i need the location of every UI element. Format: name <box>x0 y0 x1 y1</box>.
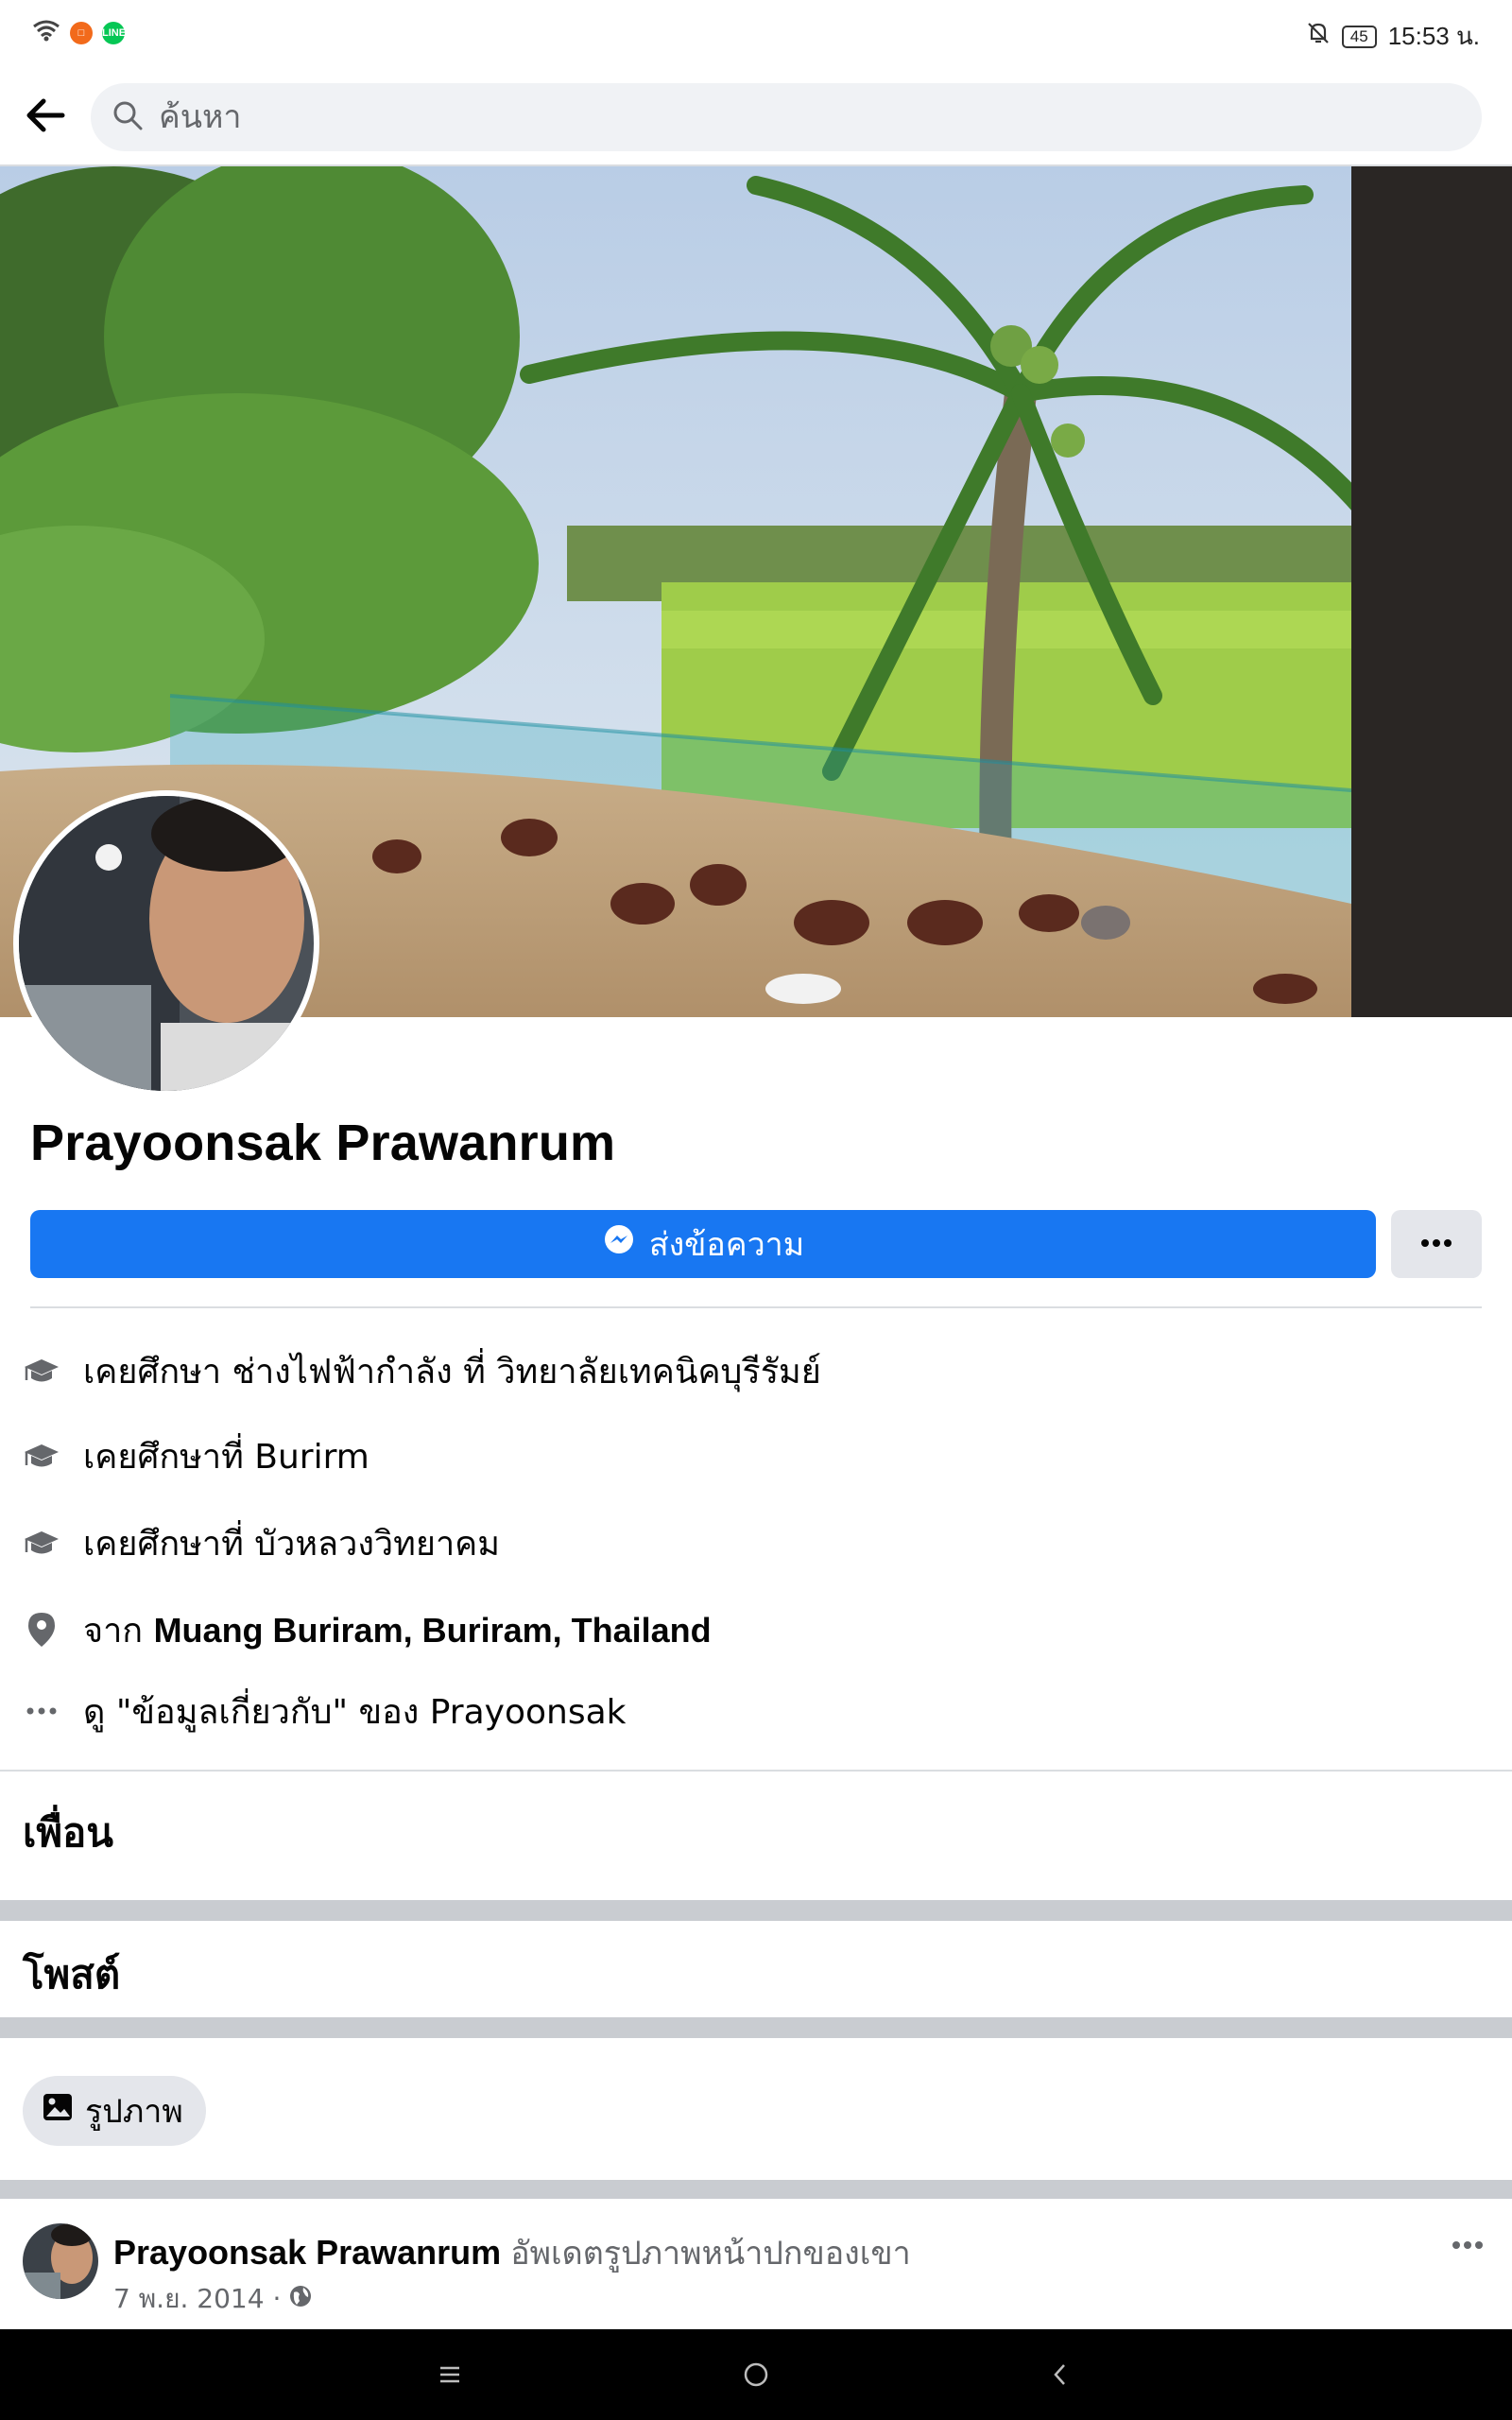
line-app-icon: LINE <box>102 21 126 44</box>
divider <box>0 1770 1512 1772</box>
post-date[interactable]: 7 พ.ย. 2014 · <box>113 2278 281 2320</box>
profile-name: Prayoonsak Prawanrum <box>30 1115 616 1171</box>
messenger-icon <box>602 1223 636 1266</box>
post-action: อัพเดตรูปภาพหน้าปกของเขา <box>510 2235 911 2273</box>
search-input[interactable] <box>159 98 1387 136</box>
post-options-button[interactable] <box>1442 2227 1493 2265</box>
home-circle-icon <box>742 2360 770 2394</box>
graduation-cap-icon <box>21 1522 62 1564</box>
search-icon <box>112 99 144 136</box>
search-bar[interactable] <box>91 83 1482 151</box>
system-back-button[interactable] <box>1034 2350 1087 2403</box>
home-button[interactable] <box>730 2350 782 2403</box>
more-options-button[interactable] <box>1391 1210 1482 1278</box>
info-education-2: เคยศึกษาที่ Burirm <box>0 1418 1512 1494</box>
send-message-label: ส่งข้อความ <box>648 1226 805 1264</box>
graduation-cap-icon <box>21 1350 62 1392</box>
recent-apps-button[interactable] <box>423 2350 476 2403</box>
profile-avatar[interactable] <box>13 790 319 1097</box>
globe-icon <box>288 2284 313 2315</box>
post-meta: 7 พ.ย. 2014 · <box>113 2278 313 2320</box>
info-text: จาก Muang Buriram, Buriram, Thailand <box>83 1610 712 1651</box>
back-button[interactable] <box>19 91 72 144</box>
status-bar: □ LINE 45 15:53 น. <box>0 0 1512 68</box>
graduation-cap-icon <box>21 1435 62 1477</box>
photos-filter-chip[interactable]: รูปภาพ <box>23 2076 206 2146</box>
info-about-link[interactable]: ดู "ข้อมูลเกี่ยวกับ" ของ Prayoonsak <box>0 1673 1512 1749</box>
about-link-text[interactable]: ดู "ข้อมูลเกี่ยวกับ" ของ Prayoonsak <box>83 1685 627 1738</box>
post-card: Prayoonsak Prawanrum อัพเดตรูปภาพหน้าปกข… <box>0 2199 1512 2329</box>
divider <box>30 1306 1482 1308</box>
menu-icon <box>437 2363 463 2391</box>
more-dots-icon <box>21 1690 62 1732</box>
back-arrow-icon <box>25 96 66 139</box>
post-author-name[interactable]: Prayoonsak Prawanrum <box>113 2233 501 2272</box>
back-chevron-icon <box>1049 2360 1072 2394</box>
section-separator <box>0 2180 1512 2201</box>
system-navigation-bar <box>0 2329 1512 2420</box>
section-separator <box>0 1900 1512 1921</box>
wifi-icon <box>32 19 60 46</box>
posts-section-title: โพสต์ <box>23 1951 121 1997</box>
info-text: เคยศึกษาที่ บัวหลวงวิทยาคม <box>83 1524 500 1564</box>
friends-section-title: เพื่อน <box>23 1809 113 1856</box>
post-author-avatar[interactable] <box>23 2223 98 2299</box>
info-text: เคยศึกษา ช่างไฟฟ้ากำลัง ที่ วิทยาลัยเทคน… <box>83 1352 821 1392</box>
battery-indicator: 45 <box>1341 25 1377 48</box>
top-header <box>0 68 1512 166</box>
section-separator <box>0 2017 1512 2038</box>
hometown-link[interactable]: Muang Buriram, Buriram, Thailand <box>154 1611 712 1650</box>
clock: 15:53 น. <box>1387 22 1480 50</box>
post-header-text: Prayoonsak Prawanrum อัพเดตรูปภาพหน้าปกข… <box>113 2227 911 2278</box>
photos-icon <box>42 2092 74 2131</box>
info-hometown: จาก Muang Buriram, Buriram, Thailand <box>0 1592 1512 1668</box>
more-dots-icon <box>1420 1236 1452 1253</box>
info-text: เคยศึกษาที่ Burirm <box>83 1437 369 1477</box>
location-pin-icon <box>21 1609 62 1651</box>
bell-off-icon <box>1306 21 1331 52</box>
send-message-button[interactable]: ส่งข้อความ <box>30 1210 1376 1278</box>
info-education-3: เคยศึกษาที่ บัวหลวงวิทยาคม <box>0 1505 1512 1581</box>
status-bar-right: 45 15:53 น. <box>1306 17 1480 56</box>
status-bar-left: □ LINE <box>32 19 126 46</box>
photos-chip-label: รูปภาพ <box>85 2093 183 2131</box>
more-dots-icon <box>1452 2238 1484 2255</box>
app-orange-icon: □ <box>70 21 93 44</box>
info-education-1: เคยศึกษา ช่างไฟฟ้ากำลัง ที่ วิทยาลัยเทคน… <box>0 1333 1512 1409</box>
